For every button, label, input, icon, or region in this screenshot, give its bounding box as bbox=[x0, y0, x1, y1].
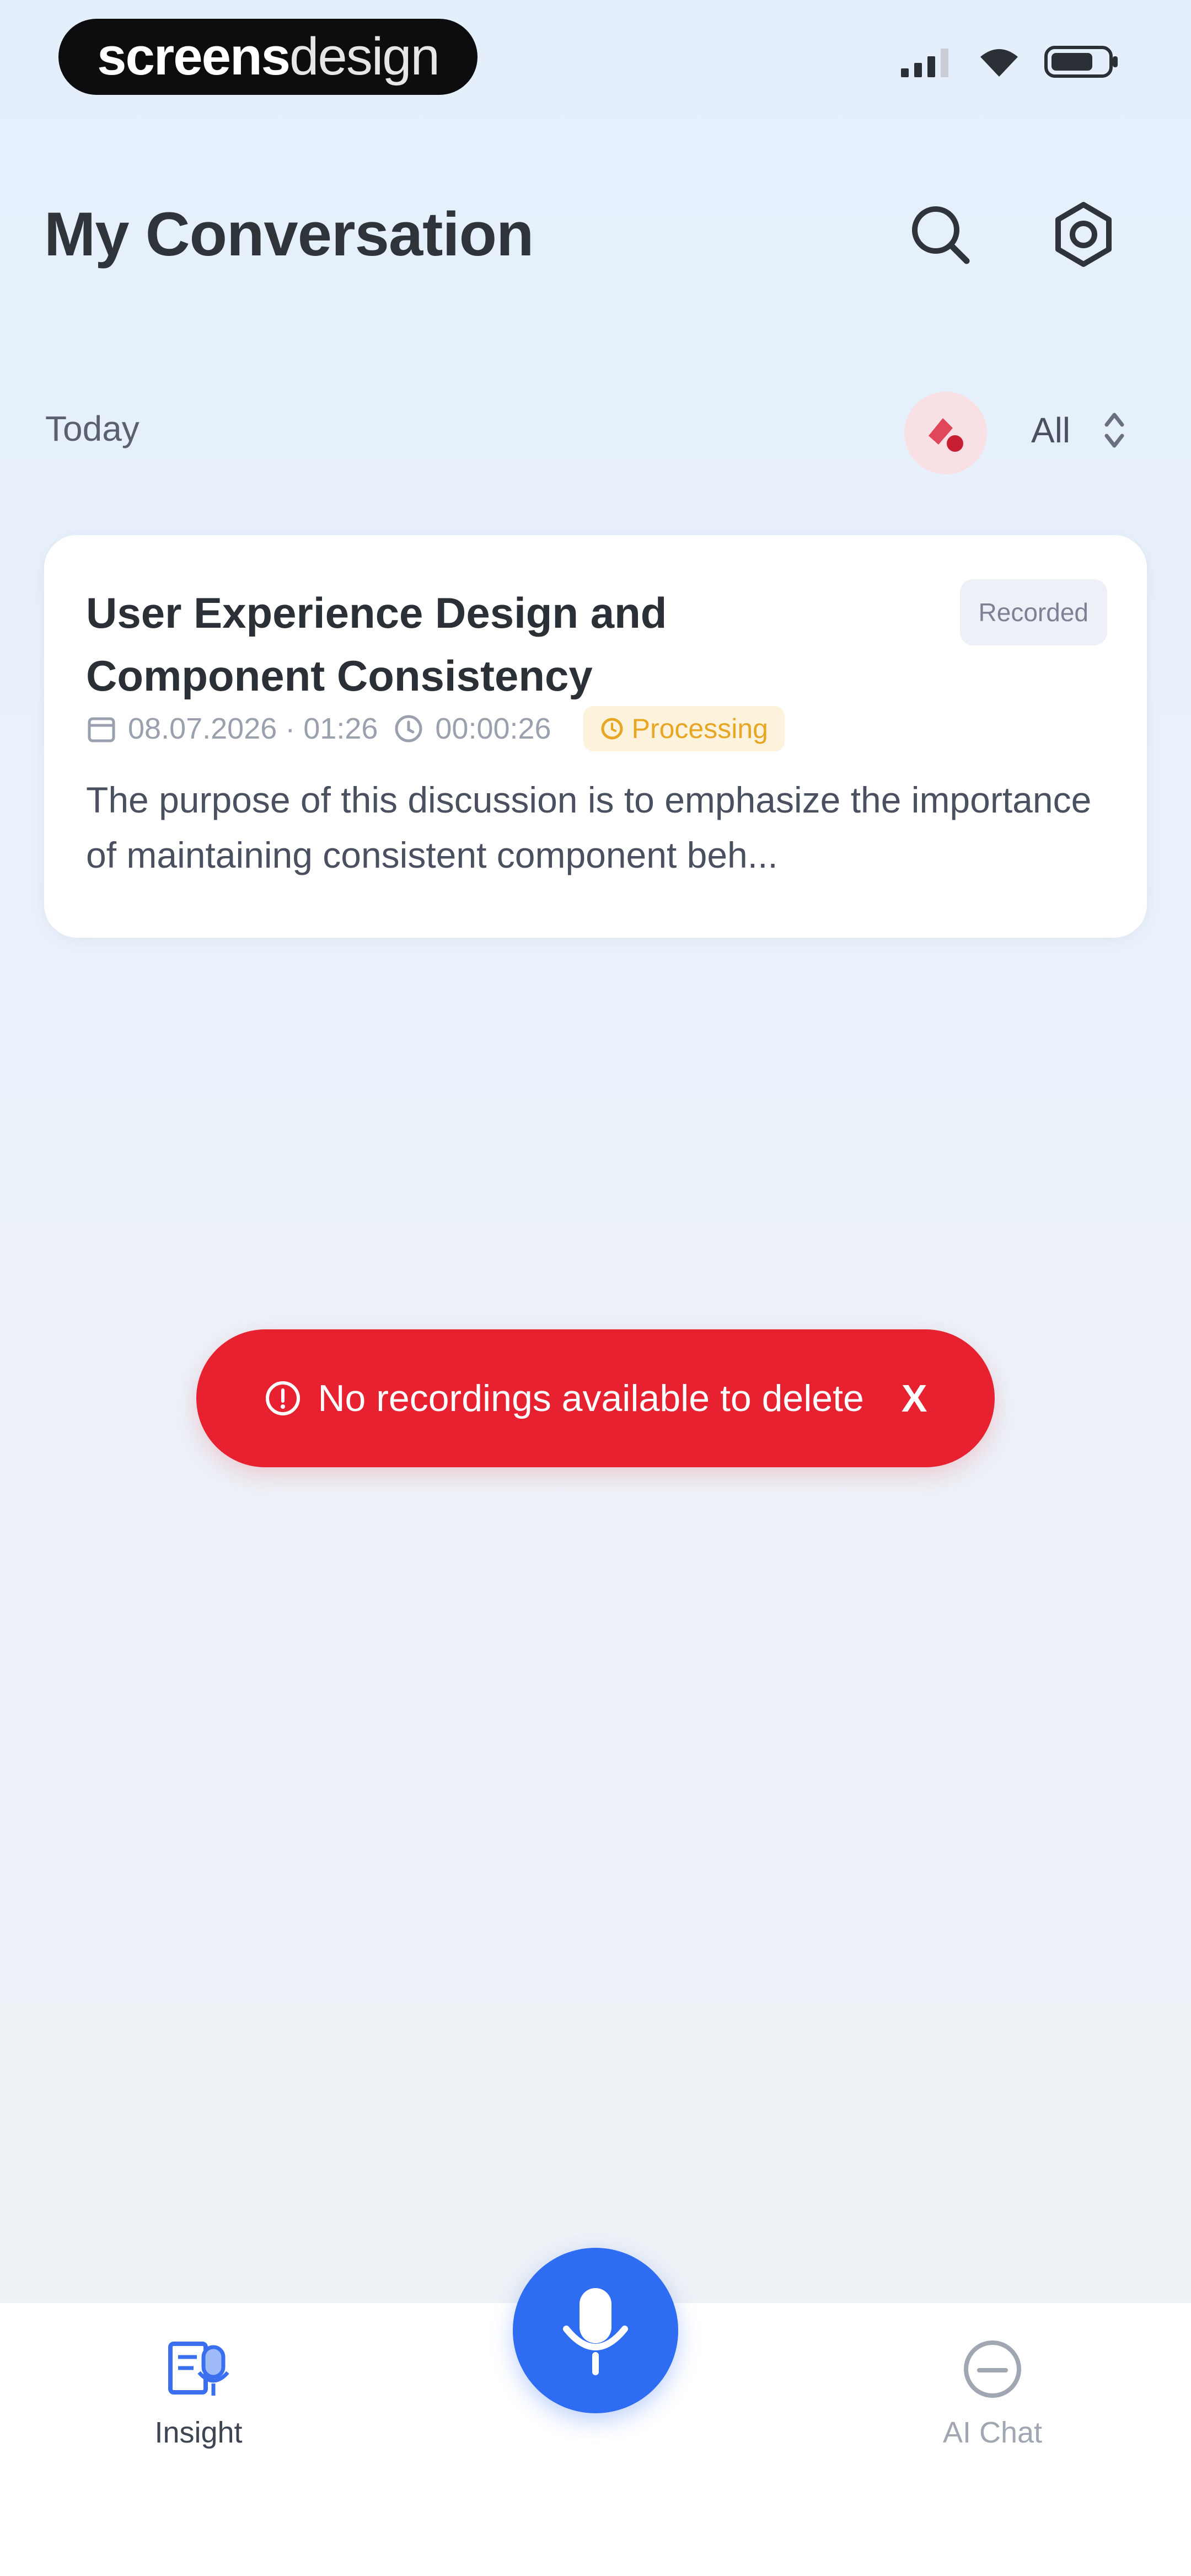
wifi-icon bbox=[980, 49, 1018, 77]
signal-icon bbox=[901, 49, 948, 77]
conversation-summary: The purpose of this discussion is to emp… bbox=[86, 779, 1092, 875]
search-icon bbox=[912, 206, 970, 264]
recorded-badge: Recorded bbox=[959, 579, 1107, 645]
toast-close-button[interactable]: X bbox=[902, 1376, 927, 1420]
section-label-today: Today bbox=[45, 409, 140, 448]
clock-icon bbox=[395, 715, 422, 742]
insight-icon bbox=[168, 2342, 229, 2396]
chat-icon bbox=[964, 2340, 1021, 2398]
delete-recording-icon bbox=[929, 418, 963, 452]
filter-value: All bbox=[1031, 410, 1071, 450]
sort-updown-icon bbox=[1104, 413, 1124, 448]
calendar-icon bbox=[88, 717, 115, 742]
conversation-date: 08.07.2026 · 01:26 bbox=[128, 712, 378, 745]
nav-insight[interactable]: Insight bbox=[99, 2336, 298, 2450]
conversation-title: User Experience Design and Component Con… bbox=[86, 589, 667, 700]
toast-message: No recordings available to delete bbox=[318, 1377, 864, 1419]
record-button[interactable] bbox=[513, 2248, 678, 2413]
app-screen: screens design My Conversation Today All… bbox=[0, 0, 1191, 2576]
settings-button[interactable] bbox=[1042, 193, 1125, 276]
page-title: My Conversation bbox=[44, 200, 534, 269]
conversation-meta: 08.07.2026 · 01:26 00:00:26 Processing bbox=[86, 706, 785, 751]
info-icon bbox=[266, 1381, 301, 1415]
processing-label: Processing bbox=[631, 713, 768, 744]
battery-icon bbox=[1044, 46, 1118, 78]
nav-ai-chat[interactable]: AI Chat bbox=[893, 2336, 1092, 2450]
gear-icon bbox=[1055, 202, 1112, 267]
status-bar: screens design bbox=[0, 0, 1191, 116]
conversation-card[interactable]: User Experience Design and Component Con… bbox=[44, 535, 1147, 938]
header: My Conversation bbox=[0, 165, 1191, 309]
search-button[interactable] bbox=[899, 193, 981, 276]
section-row: Today All bbox=[0, 381, 1191, 474]
delete-recordings-button[interactable] bbox=[904, 392, 987, 474]
nav-insight-label: Insight bbox=[154, 2416, 243, 2449]
status-icons bbox=[899, 44, 1119, 79]
conversation-duration: 00:00:26 bbox=[435, 712, 551, 745]
error-toast: No recordings available to delete X bbox=[196, 1329, 995, 1467]
nav-ai-chat-label: AI Chat bbox=[942, 2416, 1043, 2449]
filter-select[interactable]: All bbox=[1031, 397, 1125, 463]
date-meta: 08.07.2026 · 01:26 bbox=[86, 712, 378, 746]
brand-pill: screens design bbox=[58, 19, 478, 95]
microphone-icon bbox=[563, 2288, 628, 2375]
brand-text-bold: screens bbox=[97, 27, 291, 86]
processing-badge: Processing bbox=[583, 706, 785, 751]
duration-meta: 00:00:26 bbox=[393, 712, 551, 746]
processing-clock-icon bbox=[601, 718, 623, 740]
brand-text-light: design bbox=[289, 27, 440, 86]
